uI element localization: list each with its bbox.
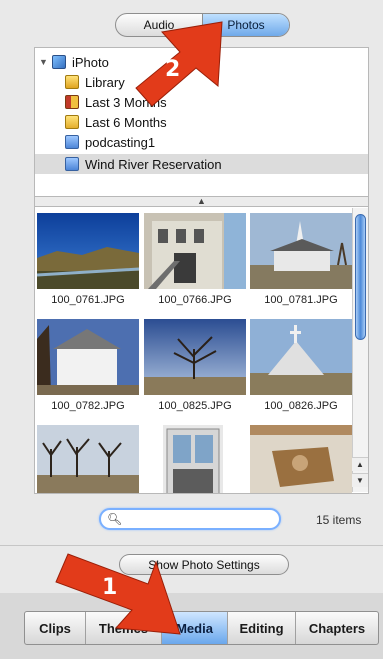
tree-item-podcasting1[interactable]: podcasting1 xyxy=(35,132,368,152)
photo-thumbnail[interactable] xyxy=(144,319,246,395)
calendar-icon xyxy=(65,95,79,109)
library-icon xyxy=(65,75,79,89)
photo-thumbnail[interactable] xyxy=(250,425,352,493)
scroll-down-arrow-icon[interactable]: ▼ xyxy=(352,473,368,487)
tree-item-wind-river-reservation[interactable]: Wind River Reservation xyxy=(35,154,368,174)
building-photo xyxy=(144,213,246,289)
artifact-photo xyxy=(250,425,352,493)
photo-thumbnail[interactable] xyxy=(250,319,352,395)
photo-thumbnail[interactable] xyxy=(37,425,139,493)
scrollbar-thumb[interactable] xyxy=(355,214,366,340)
calendar-icon xyxy=(65,115,79,129)
church-photo xyxy=(250,319,352,395)
callout-number-1: 1 xyxy=(102,575,118,600)
church-photo xyxy=(250,213,352,289)
panel-splitter[interactable]: ▲ xyxy=(34,197,369,206)
scroll-up-arrow-icon[interactable]: ▲ xyxy=(352,457,368,471)
search-icon: 🔍︎ xyxy=(107,512,123,526)
photo-filename: 100_0781.JPG xyxy=(264,294,338,306)
landscape-photo xyxy=(36,213,140,289)
tree-photo xyxy=(144,319,246,395)
photo-filename: 100_0782.JPG xyxy=(51,400,125,412)
item-count: 15 items xyxy=(316,513,362,527)
photo-thumbnail[interactable] xyxy=(250,213,352,289)
photo-filename: 100_0826.JPG xyxy=(264,400,338,412)
trees-photo xyxy=(37,425,139,493)
church-photo xyxy=(37,319,139,395)
photo-filename: 100_0766.JPG xyxy=(158,294,232,306)
photo-filename: 100_0825.JPG xyxy=(158,400,232,412)
tab-editing[interactable]: Editing xyxy=(227,612,295,644)
iphoto-icon xyxy=(52,55,66,69)
photo-thumbnail[interactable] xyxy=(144,213,246,289)
photo-grid: 100_0761.JPG 100_0766.JPG 100_0781.JPG 1… xyxy=(34,206,369,494)
album-icon xyxy=(65,135,79,149)
album-icon xyxy=(65,157,79,171)
tab-chapters[interactable]: Chapters xyxy=(295,612,378,644)
photo-thumbnail[interactable] xyxy=(37,319,139,395)
disclosure-triangle-icon[interactable]: ▼ xyxy=(39,57,48,67)
building-photo xyxy=(163,425,223,493)
divider xyxy=(0,545,383,546)
search-input[interactable] xyxy=(123,511,273,527)
tree-item-last-6-months[interactable]: Last 6 Months xyxy=(35,112,368,132)
photo-search-field[interactable]: 🔍︎ xyxy=(99,508,281,530)
callout-number-2: 2 xyxy=(165,57,181,82)
photo-thumbnail[interactable] xyxy=(36,213,140,289)
photo-thumbnail[interactable] xyxy=(163,425,223,493)
photo-filename: 100_0761.JPG xyxy=(51,294,125,306)
